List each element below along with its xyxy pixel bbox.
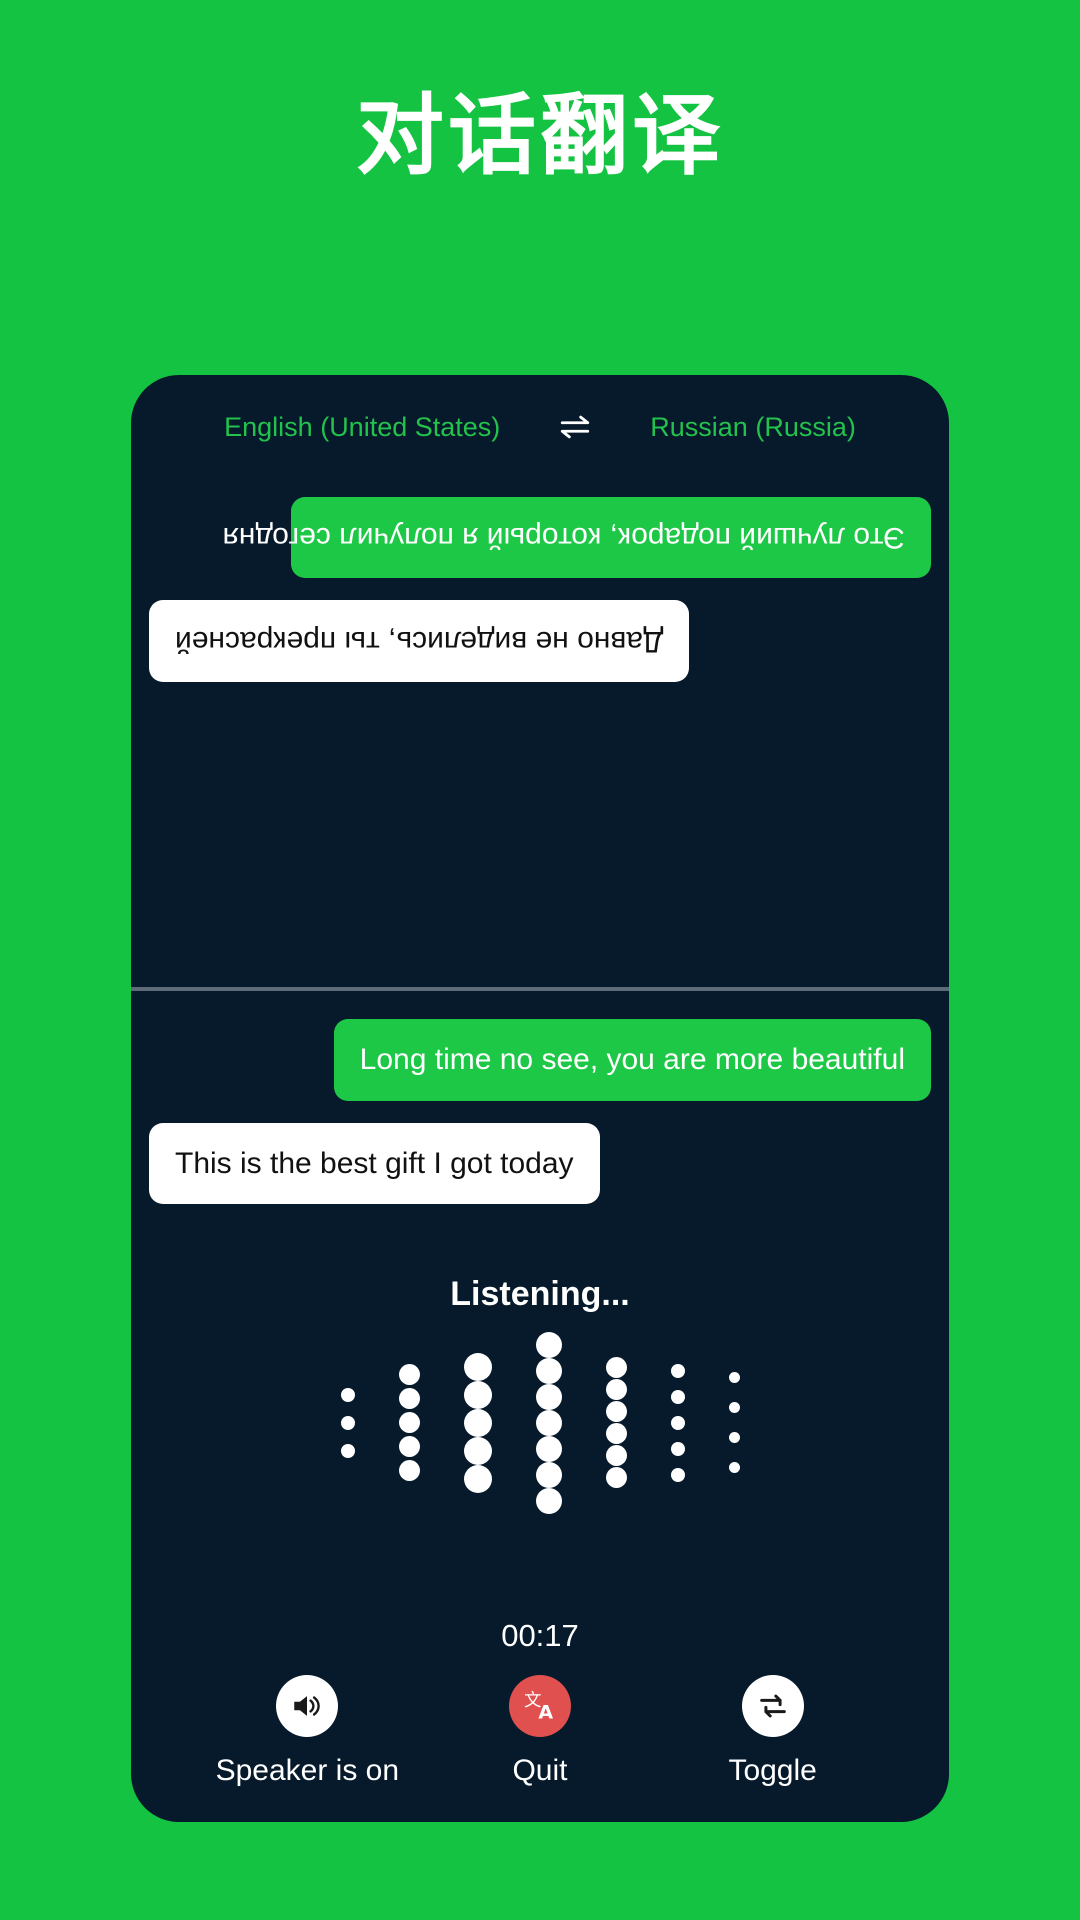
waveform-dot	[535, 1357, 562, 1384]
language-bar: English (United States) Russian (Russia)	[131, 397, 949, 457]
remote-conversation-pane: Давно не виделись, ты прекрасней Это луч…	[131, 461, 949, 987]
waveform-dot	[605, 1467, 627, 1488]
message-bubble-local-2[interactable]: This is the best gift I got today	[149, 1122, 600, 1204]
bottom-controls: Speaker is on 文 A Quit Toggle	[131, 1675, 949, 1788]
target-language-selector[interactable]: Russian (Russia)	[650, 412, 856, 443]
waveform-dot	[670, 1467, 685, 1482]
waveform-column	[605, 1357, 627, 1488]
waveform-dot	[605, 1379, 627, 1400]
quit-label: Quit	[512, 1754, 568, 1787]
waveform-dot	[728, 1402, 740, 1413]
waveform-dot	[535, 1409, 562, 1436]
waveform-column	[670, 1363, 685, 1482]
phone-preview-card: English (United States) Russian (Russia)…	[131, 375, 949, 1822]
waveform-dot	[605, 1445, 627, 1466]
waveform-dot	[728, 1372, 740, 1383]
waveform-column	[398, 1364, 420, 1481]
waveform-dot	[463, 1464, 492, 1493]
speaker-toggle-button[interactable]: Speaker is on	[207, 1675, 407, 1788]
page-title: 对话翻译	[355, 84, 724, 187]
waveform-dot	[398, 1460, 420, 1481]
svg-text:A: A	[538, 1702, 553, 1724]
quit-button[interactable]: 文 A Quit	[440, 1675, 640, 1788]
message-row: Long time no see, you are more beautiful	[149, 1019, 931, 1101]
source-language-selector[interactable]: English (United States)	[224, 412, 500, 443]
audio-waveform-visualizer	[131, 1330, 949, 1515]
waveform-dot	[605, 1401, 627, 1422]
message-bubble-local-1[interactable]: Long time no see, you are more beautiful	[333, 1019, 931, 1101]
swap-horizontal-icon[interactable]	[558, 410, 592, 444]
waveform-column	[728, 1372, 740, 1473]
waveform-dot	[535, 1383, 562, 1410]
listening-status-text: Listening...	[450, 1275, 630, 1313]
waveform-dot	[670, 1441, 685, 1456]
toggle-button[interactable]: Toggle	[673, 1675, 873, 1788]
waveform-dot	[398, 1388, 420, 1409]
waveform-dot	[535, 1487, 562, 1514]
waveform-dot	[463, 1408, 492, 1437]
waveform-dot	[670, 1363, 685, 1378]
waveform-dot	[535, 1461, 562, 1488]
waveform-dot	[463, 1436, 492, 1465]
toggle-label: Toggle	[728, 1754, 817, 1787]
local-conversation-pane: Long time no see, you are more beautiful…	[131, 991, 949, 1291]
message-row: This is the best gift I got today	[149, 1122, 931, 1204]
message-bubble-remote-1[interactable]: Это лучший подарок, который я получил се…	[223, 497, 931, 579]
speaker-on-icon[interactable]	[276, 1675, 339, 1737]
waveform-dot	[398, 1436, 420, 1457]
waveform-column	[535, 1331, 562, 1514]
toggle-swap-icon[interactable]	[741, 1675, 804, 1737]
waveform-dot	[728, 1432, 740, 1443]
waveform-dot	[670, 1389, 685, 1404]
waveform-dot	[398, 1412, 420, 1433]
waveform-dot	[605, 1423, 627, 1444]
speaker-toggle-label: Speaker is on	[215, 1754, 400, 1787]
waveform-column	[463, 1352, 492, 1493]
message-row: Это лучший подарок, который я получил се…	[149, 497, 931, 579]
waveform-dot	[340, 1415, 355, 1430]
waveform-column	[340, 1387, 355, 1458]
message-row: Давно не виделись, ты прекрасней	[149, 600, 931, 682]
waveform-dot	[463, 1380, 492, 1409]
translate-icon[interactable]: 文 A	[508, 1675, 571, 1737]
app-root: 对话翻译 English (United States) Russian (Ru…	[0, 0, 1080, 1920]
waveform-dot	[463, 1352, 492, 1381]
waveform-dot	[535, 1331, 562, 1358]
waveform-dot	[670, 1415, 685, 1430]
message-bubble-remote-2[interactable]: Давно не виделись, ты прекрасней	[149, 600, 690, 682]
waveform-dot	[605, 1357, 627, 1378]
waveform-dot	[728, 1462, 740, 1473]
waveform-dot	[398, 1364, 420, 1385]
waveform-dot	[535, 1435, 562, 1462]
recording-timer: 00:17	[501, 1618, 579, 1653]
waveform-dot	[340, 1387, 355, 1402]
waveform-dot	[340, 1443, 355, 1458]
